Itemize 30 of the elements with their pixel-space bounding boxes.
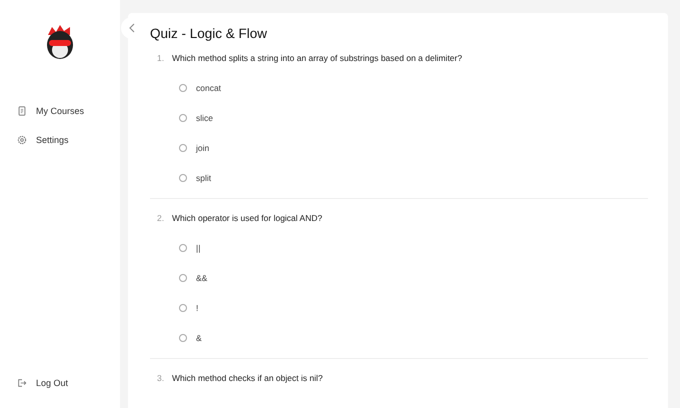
answer-option[interactable]: ! xyxy=(179,293,198,323)
chevron-left-icon xyxy=(129,23,135,33)
answer-option[interactable]: && xyxy=(179,263,208,293)
settings-icon xyxy=(17,135,27,145)
radio-button[interactable] xyxy=(179,304,187,312)
answer-option[interactable]: || xyxy=(179,233,200,263)
radio-button[interactable] xyxy=(179,84,187,92)
radio-button[interactable] xyxy=(179,144,187,152)
question-text: Which operator is used for logical AND? xyxy=(172,213,322,223)
document-icon xyxy=(17,106,27,116)
radio-button[interactable] xyxy=(179,174,187,182)
logout-icon xyxy=(17,378,27,388)
radio-button[interactable] xyxy=(179,334,187,342)
logout-link[interactable]: Log Out xyxy=(0,376,120,390)
radio-button[interactable] xyxy=(179,244,187,252)
nav-item[interactable]: My Courses xyxy=(0,104,120,118)
quiz-title: Quiz - Logic & Flow xyxy=(150,26,268,41)
question-text: Which method splits a string into an array of substrings based on a delimiter? xyxy=(172,53,462,63)
answer-option[interactable]: split xyxy=(179,163,212,193)
radio-button[interactable] xyxy=(179,114,187,122)
question-number: 3. xyxy=(157,373,163,383)
question-text: Which method checks if an object is nil? xyxy=(172,373,323,383)
answer-option[interactable]: & xyxy=(179,323,202,353)
answer-option[interactable]: slice xyxy=(179,103,214,133)
answer-option[interactable]: join xyxy=(179,133,210,163)
question-number: 2. xyxy=(157,213,163,223)
answer-option[interactable]: concat xyxy=(179,73,222,103)
radio-button[interactable] xyxy=(179,274,187,282)
question-number: 1. xyxy=(157,53,163,63)
nav-item[interactable]: Settings xyxy=(0,133,120,147)
